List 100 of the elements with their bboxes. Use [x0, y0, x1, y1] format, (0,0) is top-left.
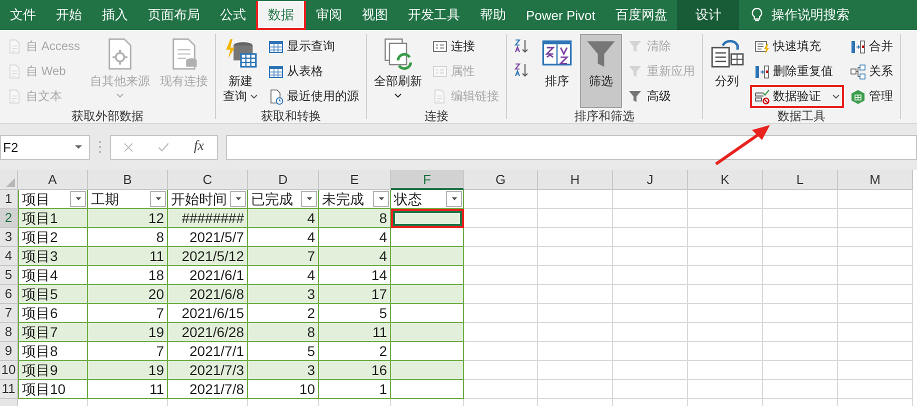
- group-label: 连接: [424, 108, 450, 125]
- column-header[interactable]: C: [168, 170, 248, 190]
- column-title: 状态: [394, 190, 422, 208]
- ribbon-tab[interactable]: 审阅: [306, 0, 352, 30]
- ribbon-tab[interactable]: 公式: [210, 0, 256, 30]
- table-cell: 11: [319, 323, 391, 342]
- row-header[interactable]: 6: [0, 285, 18, 304]
- relationship-icon: [850, 64, 866, 80]
- row-header[interactable]: 3: [0, 228, 18, 247]
- checkmark-icon: [754, 88, 770, 104]
- ribbon-tab[interactable]: 插入: [92, 0, 138, 30]
- column-header[interactable]: J: [613, 170, 688, 190]
- ribbon-tab[interactable]: 设计: [677, 0, 740, 30]
- caret-icon: [304, 196, 314, 202]
- row-header[interactable]: 8: [0, 323, 18, 342]
- column-header[interactable]: A: [18, 170, 88, 190]
- table-cell: 2021/7/8: [168, 380, 248, 399]
- table-cell: 2021/6/28: [168, 323, 248, 342]
- row-header[interactable]: 1: [0, 190, 18, 209]
- ribbon-button[interactable]: 高级: [624, 85, 700, 108]
- column-header[interactable]: K: [688, 170, 763, 190]
- row-header[interactable]: 5: [0, 266, 18, 285]
- group-label: 数据工具: [776, 108, 827, 125]
- column-header[interactable]: L: [763, 170, 838, 190]
- ribbon-button[interactable]: 管理: [846, 85, 898, 108]
- column-header[interactable]: H: [538, 170, 613, 190]
- caret-icon: [74, 196, 82, 202]
- filter-dropdown-button[interactable]: [70, 191, 86, 207]
- ribbon-tab[interactable]: 视图: [352, 0, 398, 30]
- row-header[interactable]: 10: [0, 361, 18, 380]
- ribbon-tab[interactable]: 开始: [46, 0, 92, 30]
- ribbon-tab[interactable]: 帮助: [470, 0, 516, 30]
- cube-icon: [850, 88, 866, 104]
- column-header[interactable]: B: [88, 170, 168, 190]
- row-header[interactable]: 4: [0, 247, 18, 266]
- caret-icon: [376, 196, 386, 202]
- ribbon-button[interactable]: 关系: [846, 60, 898, 83]
- ribbon-button[interactable]: 删除重复值: [750, 60, 844, 83]
- row-header[interactable]: 9: [0, 342, 18, 361]
- table-cell: 7: [248, 247, 319, 266]
- filter-dropdown-button[interactable]: [150, 191, 166, 207]
- ribbon-button[interactable]: 分列: [706, 34, 748, 108]
- ribbon-tab[interactable]: 数据: [256, 1, 306, 30]
- filter-dropdown-button[interactable]: [373, 191, 389, 207]
- table-cell: ########: [168, 209, 248, 228]
- table-cell: 20: [88, 285, 168, 304]
- ribbon-button[interactable]: 排序: [536, 34, 578, 108]
- ribbon-button[interactable]: 全部刷新: [370, 34, 426, 108]
- ribbon-button[interactable]: 显示查询: [264, 35, 364, 58]
- column-title: 开始时间: [171, 190, 227, 208]
- ribbon-tab[interactable]: 开发工具: [398, 0, 470, 30]
- ribbon-tab[interactable]: 页面布局: [138, 0, 210, 30]
- name-box[interactable]: F2: [0, 134, 90, 160]
- ribbon-button[interactable]: 连接: [428, 35, 504, 58]
- column-title: 已完成: [251, 190, 293, 208]
- sort-descending-icon: [514, 62, 530, 78]
- table-cell: 2021/5/12: [168, 247, 248, 266]
- formula-input[interactable]: [226, 134, 917, 160]
- table-cell: 4: [248, 209, 319, 228]
- ribbon-button[interactable]: 从表格: [264, 60, 364, 83]
- column-header[interactable]: D: [248, 170, 319, 190]
- ribbon-button[interactable]: 最近使用的源: [264, 85, 364, 108]
- table-cell: 12: [88, 209, 168, 228]
- columns-icon: [850, 38, 866, 54]
- ribbon-tab[interactable]: 文件: [0, 0, 46, 30]
- table-cell: 3: [248, 285, 319, 304]
- column-header[interactable]: G: [464, 170, 538, 190]
- filter-dropdown-button[interactable]: [301, 191, 317, 207]
- tell-me-search[interactable]: 操作说明搜索: [771, 6, 850, 24]
- table-cell: 8: [319, 209, 391, 228]
- panel-icon: [432, 38, 448, 54]
- insert-function-button[interactable]: fx: [192, 139, 206, 155]
- drag-handle-icon[interactable]: [98, 139, 102, 155]
- ribbon-button[interactable]: 筛选: [580, 34, 622, 108]
- row-header[interactable]: 11: [0, 380, 18, 399]
- lightning-icon: [754, 38, 770, 54]
- table-cell: 4: [319, 247, 391, 266]
- table-cell: 10: [248, 380, 319, 399]
- ribbon-button[interactable]: 新建 查询: [219, 34, 262, 108]
- column-header[interactable]: M: [838, 170, 913, 190]
- group-label: 获取外部数据: [70, 108, 144, 125]
- ribbon-tab[interactable]: Power Pivot: [516, 0, 606, 30]
- filter-dropdown-button[interactable]: [230, 191, 246, 207]
- caret-icon: [450, 196, 458, 202]
- table-cell: 项目3: [18, 247, 88, 266]
- ribbon-button[interactable]: 快速填充: [750, 35, 844, 58]
- caret-icon: [154, 196, 162, 202]
- checkmark-icon[interactable]: [156, 140, 170, 154]
- table-cell: 项目7: [18, 323, 88, 342]
- filter-dropdown-button[interactable]: [446, 191, 462, 207]
- row-header[interactable]: 7: [0, 304, 18, 323]
- column-header[interactable]: F: [391, 170, 464, 190]
- panel-icon: [432, 64, 448, 80]
- row-header[interactable]: 2: [0, 209, 18, 228]
- ribbon-button[interactable]: 数据验证: [750, 85, 844, 108]
- ribbon-button[interactable]: 合并: [846, 35, 898, 58]
- ribbon-tab[interactable]: 百度网盘: [605, 0, 678, 30]
- table-cell: 19: [88, 323, 168, 342]
- table-cell: 项目1: [18, 209, 88, 228]
- column-header[interactable]: E: [319, 170, 391, 190]
